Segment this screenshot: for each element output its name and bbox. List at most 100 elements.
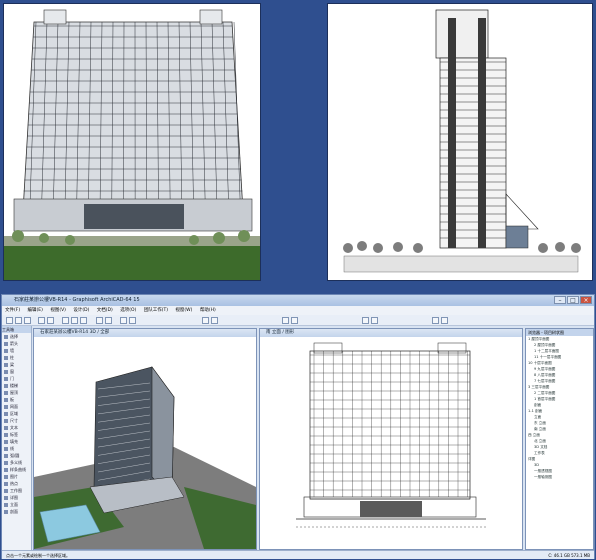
standard-toolbar (2, 315, 594, 326)
zoom-in-icon[interactable] (62, 317, 69, 324)
tool-icon (4, 384, 8, 388)
building-elevation-render (328, 4, 592, 280)
menu-options[interactable]: 选项(O) (117, 308, 139, 313)
toolbox-item-label: 尺寸 (10, 418, 18, 423)
toolbox-item[interactable]: 详图 (2, 494, 31, 501)
tool-icon (4, 405, 8, 409)
arrange-icon[interactable] (432, 317, 439, 324)
elevation-drawing-viewport[interactable] (260, 337, 522, 549)
toolbox-item[interactable]: 区域 (2, 410, 31, 417)
toolbox-item[interactable]: 线 (2, 445, 31, 452)
zoom-out-icon[interactable] (71, 317, 78, 324)
orbit-icon[interactable] (105, 317, 112, 324)
marquee-icon[interactable] (291, 317, 298, 324)
toolbox-item[interactable]: 屋顶 (2, 389, 31, 396)
window-titlebar: 石家莊某辦公樓VB-R14 - Graphisoft ArchiCAD-64 1… (2, 295, 594, 306)
toolbox-item[interactable]: 墙 (2, 347, 31, 354)
toolbox-item-label: 线 (10, 446, 14, 451)
elevation-window[interactable]: 南 立面 / 图形 (259, 328, 523, 550)
3d-model-viewport[interactable] (34, 337, 256, 549)
tool-icon (4, 496, 8, 500)
section-icon[interactable] (371, 317, 378, 324)
tool-icon (4, 419, 8, 423)
toolbox-item[interactable]: 尺寸 (2, 417, 31, 424)
toolbox-item-label: 箭头 (10, 341, 18, 346)
tool-icon (4, 356, 8, 360)
toolbox-item[interactable]: 窗 (2, 368, 31, 375)
tool-icon (4, 482, 8, 486)
magic-wand-icon[interactable] (211, 317, 218, 324)
tool-icon (4, 391, 8, 395)
settings-icon[interactable] (441, 317, 448, 324)
toolbox-item-label: 样条曲线 (10, 467, 26, 472)
menu-help[interactable]: 帮助(H) (197, 308, 219, 313)
tool-icon (4, 335, 8, 339)
menu-document[interactable]: 文档(D) (94, 308, 116, 313)
trace-icon[interactable] (282, 317, 289, 324)
open-icon[interactable] (15, 317, 22, 324)
toolbox-item-label: 窗 (10, 369, 14, 374)
menu-teamwork[interactable]: 团队工作(T) (141, 308, 171, 313)
toolbox-item[interactable]: 门 (2, 375, 31, 382)
toolbox-item[interactable]: 楼梯 (2, 382, 31, 389)
toolbox-item-label: 楼梯 (10, 383, 18, 388)
toolbox-item-label: 详图 (10, 495, 18, 500)
toolbox-item-label: 工作图 (10, 488, 22, 493)
toolbox-item[interactable]: 填充 (2, 438, 31, 445)
toolbox-panel: 工具箱 选择 箭头墙柱梁窗门楼梯 屋顶板网面 区域 尺寸 文本 标签 填充线弧/圆 多义线 样条曲… (2, 326, 32, 550)
tool-icon (4, 468, 8, 472)
maximize-button[interactable]: □ (567, 296, 579, 304)
toolbox-item-label: 墙 (10, 348, 14, 353)
3d-view-icon[interactable] (96, 317, 103, 324)
toolbox-item-label: 填充 (10, 439, 18, 444)
3d-window[interactable]: 石家莊某辦公樓VB-R14 3D / 全部 (33, 328, 257, 550)
render-icon[interactable] (362, 317, 369, 324)
toolbox-item[interactable]: 立面 (2, 501, 31, 508)
menu-design[interactable]: 设计(D) (70, 308, 92, 313)
tool-icon (4, 440, 8, 444)
navigator-title: 浏览器 - 项目树状图 (526, 329, 593, 336)
navigator-item[interactable]: 一般轴测图 (526, 474, 593, 480)
tool-icon (4, 412, 8, 416)
fit-window-icon[interactable] (80, 317, 87, 324)
toolbox-item[interactable]: 剖面 (2, 508, 31, 515)
toolbox-item[interactable]: 标签 (2, 431, 31, 438)
toolbox-item[interactable]: 选择 (2, 333, 31, 340)
toolbox-item-label: 梁 (10, 362, 14, 367)
toolbox-item[interactable]: 柱 (2, 354, 31, 361)
menu-window[interactable]: 视窗(W) (172, 308, 195, 313)
toolbox-item[interactable]: 多义线 (2, 459, 31, 466)
toolbox-item[interactable]: 弧/圆 (2, 452, 31, 459)
toolbox-item[interactable]: 箭头 (2, 340, 31, 347)
save-icon[interactable] (24, 317, 31, 324)
layer-icon[interactable] (120, 317, 127, 324)
minimize-button[interactable]: – (554, 296, 566, 304)
toolbox-item[interactable]: 网面 (2, 403, 31, 410)
menu-file[interactable]: 文件(F) (2, 308, 23, 313)
grid-snap-icon[interactable] (202, 317, 209, 324)
building-perspective-render (4, 4, 260, 280)
navigator-panel: 浏览器 - 项目树状图 1 屋顶平面图 2 屋顶平面图 1 十二层平面图 11 十一层… (525, 328, 594, 550)
tool-icon (4, 475, 8, 479)
tool-icon (4, 370, 8, 374)
tool-icon (4, 426, 8, 430)
close-button[interactable]: × (580, 296, 592, 304)
toolbox-item[interactable]: 梁 (2, 361, 31, 368)
toolbox-item[interactable]: 文本 (2, 424, 31, 431)
tool-icon (4, 363, 8, 367)
toolbox-item[interactable]: 工作图 (2, 487, 31, 494)
toolbox-item[interactable]: 板 (2, 396, 31, 403)
render-perspective-panel (3, 3, 261, 281)
undo-icon[interactable] (38, 317, 45, 324)
menu-edit[interactable]: 编辑(E) (25, 308, 46, 313)
new-icon[interactable] (6, 317, 13, 324)
toolbox-item[interactable]: 样条曲线 (2, 466, 31, 473)
toolbox-item[interactable]: 热点 (2, 480, 31, 487)
menu-view[interactable]: 视图(V) (47, 308, 69, 313)
toolbox-item-label: 热点 (10, 481, 18, 486)
redo-icon[interactable] (47, 317, 54, 324)
tool-icon (4, 377, 8, 381)
pen-set-icon[interactable] (129, 317, 136, 324)
status-bar: 点击一个元素或绘制一个选择区域。 C: 46.1 GB 573.1 MB (2, 550, 594, 559)
toolbox-item[interactable]: 图片 (2, 473, 31, 480)
